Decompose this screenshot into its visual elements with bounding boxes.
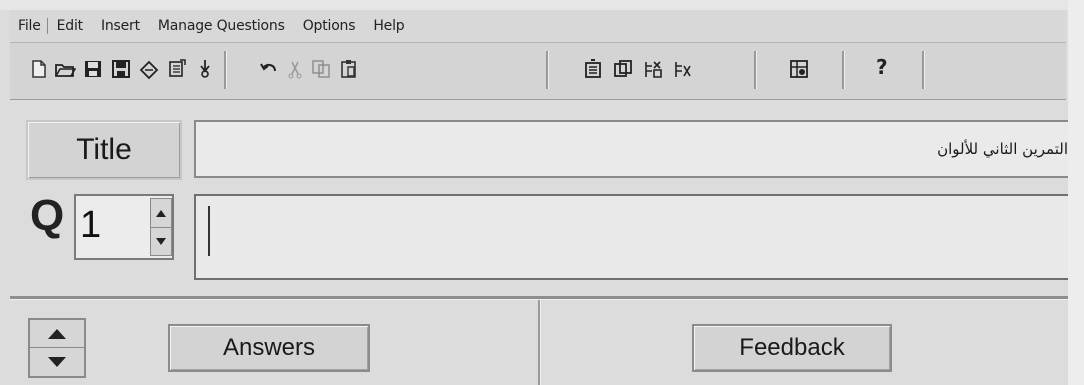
next-question-button[interactable] xyxy=(30,348,84,375)
window-frame-top xyxy=(0,0,1084,10)
help-icon[interactable]: ? xyxy=(876,55,888,79)
panel-divider xyxy=(538,300,541,385)
arrow-down-icon xyxy=(156,237,166,245)
menu-manage-questions[interactable]: Manage Questions xyxy=(149,18,294,34)
copy-icon[interactable] xyxy=(308,56,334,82)
preview-icon[interactable] xyxy=(786,56,812,82)
menu-edit[interactable]: Edit xyxy=(48,18,92,34)
question-navigator[interactable] xyxy=(28,318,86,378)
duplicate-question-icon[interactable] xyxy=(610,56,636,82)
title-field[interactable]: التمرين الثاني للألوان xyxy=(194,120,1068,178)
menu-bar: File Edit Insert Manage Questions Option… xyxy=(10,10,1066,43)
save-icon[interactable] xyxy=(80,56,106,82)
window-frame-right xyxy=(1068,0,1084,385)
arrow-down-icon xyxy=(48,356,66,367)
toolbar-separator xyxy=(546,51,549,89)
menu-insert[interactable]: Insert xyxy=(92,18,149,34)
previous-question-button[interactable] xyxy=(30,320,84,348)
toolbar-separator xyxy=(922,51,925,89)
save-as-icon[interactable] xyxy=(108,56,134,82)
toolbar-separator xyxy=(224,51,227,89)
toolbar-separator xyxy=(754,51,757,89)
stepper-down-button[interactable] xyxy=(151,227,171,255)
answers-button[interactable]: Answers xyxy=(168,324,370,372)
pin-icon[interactable] xyxy=(192,56,218,82)
menu-options[interactable]: Options xyxy=(294,18,365,34)
toolbar: ? xyxy=(10,43,1066,100)
insert-question-icon[interactable] xyxy=(640,56,666,82)
title-field-value: التمرين الثاني للألوان xyxy=(937,140,1068,158)
feedback-button[interactable]: Feedback xyxy=(692,324,892,372)
question-label: Q xyxy=(30,191,65,240)
toolbar-separator xyxy=(842,51,845,89)
arrow-up-icon xyxy=(156,209,166,217)
open-folder-icon[interactable] xyxy=(52,56,78,82)
arrow-up-icon xyxy=(48,328,66,339)
title-button[interactable]: Title xyxy=(26,120,182,180)
menu-help[interactable]: Help xyxy=(364,18,413,34)
menu-file[interactable]: File xyxy=(10,18,48,34)
question-number-stepper[interactable] xyxy=(150,198,172,256)
cut-icon[interactable] xyxy=(282,56,308,82)
undo-icon[interactable] xyxy=(256,56,282,82)
text-cursor xyxy=(208,206,210,256)
stepper-up-button[interactable] xyxy=(151,199,171,228)
delete-question-icon[interactable] xyxy=(670,56,696,82)
new-file-icon[interactable] xyxy=(26,56,52,82)
question-number-value: 1 xyxy=(80,204,102,246)
question-text-field[interactable] xyxy=(194,194,1068,280)
add-question-icon[interactable] xyxy=(580,56,606,82)
paste-icon[interactable] xyxy=(336,56,362,82)
export-icon[interactable] xyxy=(164,56,190,82)
eraser-icon[interactable] xyxy=(136,56,162,82)
